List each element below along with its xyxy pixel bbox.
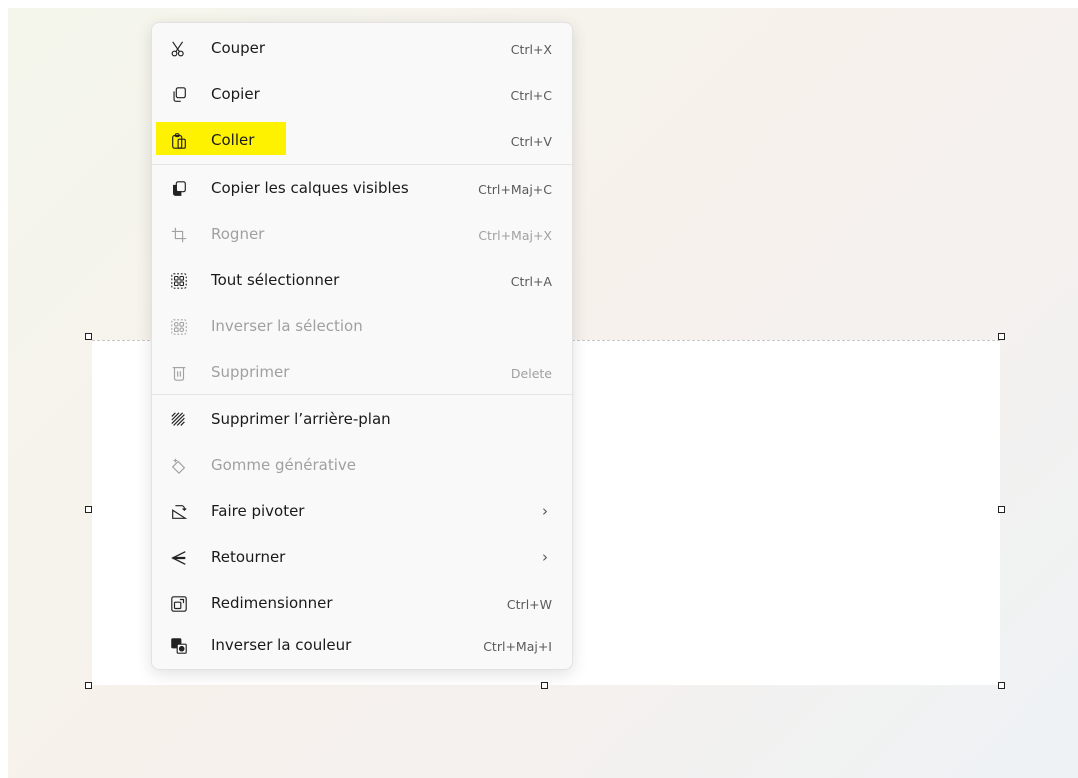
menu-item-shortcut: Ctrl+X [510, 42, 552, 57]
menu-item-copy[interactable]: Copier Ctrl+C [152, 75, 572, 115]
menu-item-flip[interactable]: Retourner › [152, 538, 572, 578]
menu-item-shortcut: Ctrl+A [510, 274, 552, 289]
menu-item-copy-visible-layers[interactable]: Copier les calques visibles Ctrl+Maj+C [152, 169, 572, 209]
invert-color-icon [169, 636, 189, 656]
menu-item-label: Supprimer l’arrière-plan [211, 410, 391, 428]
menu-item-label: Copier les calques visibles [211, 179, 409, 197]
selection-handle-bottom-right[interactable] [998, 682, 1005, 689]
menu-item-label: Redimensionner [211, 594, 333, 612]
chevron-right-icon: › [542, 548, 548, 566]
paste-icon [169, 131, 189, 151]
menu-item-invert-selection[interactable]: Inverser la sélection [152, 307, 572, 347]
selection-handle-bottom-center[interactable] [541, 682, 548, 689]
menu-item-shortcut: Ctrl+Maj+I [483, 639, 552, 654]
scissors-icon [169, 39, 189, 59]
menu-item-resize[interactable]: Redimensionner Ctrl+W [152, 584, 572, 624]
menu-item-shortcut: Delete [510, 366, 552, 381]
select-all-icon [169, 271, 189, 291]
selection-handle-bottom-left[interactable] [85, 682, 92, 689]
crop-icon [169, 225, 189, 245]
context-menu: Couper Ctrl+X Copier Ctrl+C Coller Ctrl+… [151, 22, 573, 670]
chevron-right-icon: › [542, 502, 548, 520]
menu-item-label: Faire pivoter [211, 502, 305, 520]
menu-item-shortcut: Ctrl+W [506, 597, 552, 612]
generative-eraser-icon [169, 456, 189, 476]
flip-icon [169, 548, 189, 568]
menu-item-label: Inverser la couleur [211, 636, 352, 654]
menu-item-label: Copier [211, 85, 260, 103]
menu-separator [152, 394, 572, 395]
menu-item-paste[interactable]: Coller Ctrl+V [152, 121, 572, 161]
menu-item-generative-eraser[interactable]: Gomme générative [152, 446, 572, 486]
copy-icon [169, 85, 189, 105]
menu-item-shortcut: Ctrl+C [510, 88, 552, 103]
rotate-icon [169, 502, 189, 522]
menu-item-label: Supprimer [211, 363, 290, 381]
menu-item-shortcut: Ctrl+V [510, 134, 552, 149]
menu-item-select-all[interactable]: Tout sélectionner Ctrl+A [152, 261, 572, 301]
menu-item-cut[interactable]: Couper Ctrl+X [152, 29, 572, 69]
selection-handle-middle-right[interactable] [998, 506, 1005, 513]
selection-handle-top-right[interactable] [998, 333, 1005, 340]
menu-item-invert-color[interactable]: Inverser la couleur Ctrl+Maj+I [152, 626, 572, 666]
remove-background-icon [169, 410, 189, 430]
menu-item-remove-background[interactable]: Supprimer l’arrière-plan [152, 400, 572, 440]
menu-item-label: Gomme générative [211, 456, 357, 474]
menu-item-crop[interactable]: Rogner Ctrl+Maj+X [152, 215, 572, 255]
resize-icon [169, 594, 189, 614]
copy-layers-icon [169, 179, 189, 199]
menu-item-label: Couper [211, 39, 266, 57]
menu-item-label: Retourner [211, 548, 286, 566]
selection-handle-top-left[interactable] [85, 333, 92, 340]
menu-item-delete[interactable]: Supprimer Delete [152, 353, 572, 393]
invert-selection-icon [169, 317, 189, 337]
menu-item-label: Tout sélectionner [211, 271, 340, 289]
menu-item-label: Coller [211, 131, 255, 149]
menu-item-shortcut: Ctrl+Maj+C [478, 182, 552, 197]
selection-handle-middle-left[interactable] [85, 506, 92, 513]
trash-icon [169, 363, 189, 383]
menu-item-label: Rogner [211, 225, 265, 243]
menu-separator [152, 164, 572, 165]
menu-item-rotate[interactable]: Faire pivoter › [152, 492, 572, 532]
menu-item-shortcut: Ctrl+Maj+X [478, 228, 552, 243]
menu-item-label: Inverser la sélection [211, 317, 363, 335]
